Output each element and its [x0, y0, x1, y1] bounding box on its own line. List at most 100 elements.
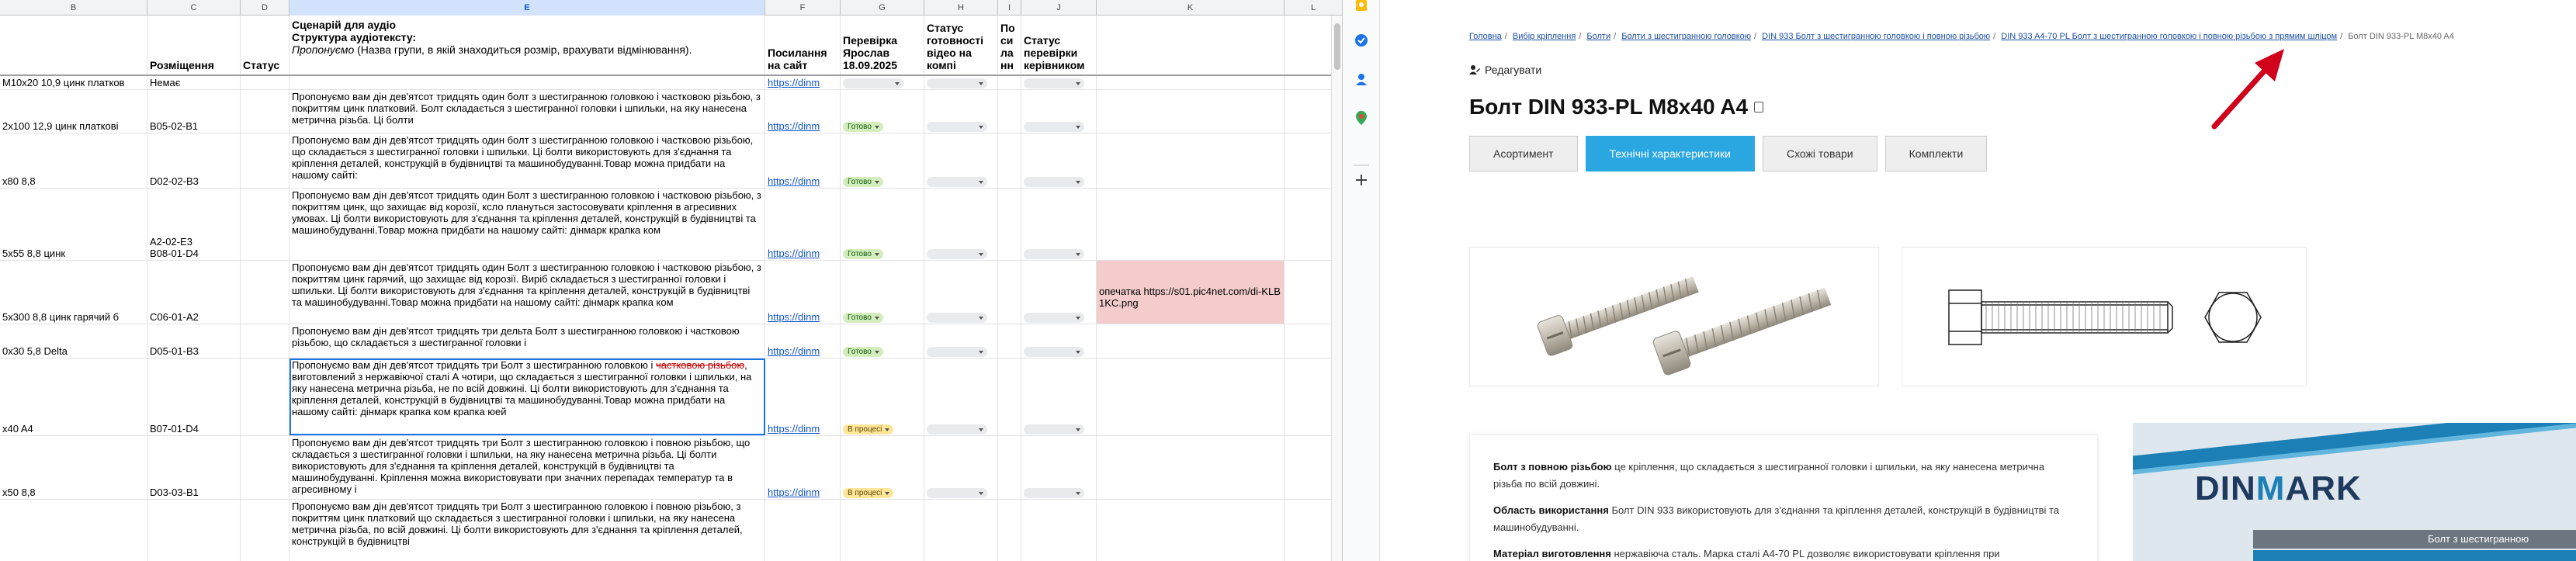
manager-check-dropdown[interactable] [1024, 78, 1084, 88]
site-link[interactable]: https://dinm [768, 175, 820, 187]
cell-manager-check[interactable] [1021, 324, 1097, 358]
cell-check[interactable]: В процесі [841, 358, 924, 435]
cell-notes[interactable] [1097, 324, 1285, 358]
cell-video-status[interactable] [924, 90, 998, 133]
cell-name[interactable] [0, 500, 147, 561]
column-header-c[interactable]: C [147, 0, 241, 16]
video-status-dropdown[interactable] [927, 177, 987, 187]
header-cell-i[interactable]: По си ла нн [998, 16, 1021, 74]
cell-notes[interactable] [1097, 76, 1285, 89]
check-dropdown[interactable]: Готово [843, 177, 883, 187]
cell-notes[interactable]: опечатка https://s01.pic4net.com/di-KLB … [1097, 261, 1285, 324]
cell-check[interactable] [841, 500, 924, 561]
cell-script[interactable]: Пропонуємо вам дін дев'ятсот тридцять тр… [289, 436, 765, 499]
cell-i[interactable] [998, 133, 1021, 188]
cell-name[interactable]: 0x30 5,8 Delta [0, 324, 147, 358]
site-link[interactable]: https://dinm [768, 311, 820, 323]
cell-manager-check[interactable] [1021, 436, 1097, 499]
manager-check-dropdown[interactable] [1024, 347, 1084, 357]
maps-icon[interactable] [1354, 110, 1369, 126]
cell-notes[interactable] [1097, 500, 1285, 561]
header-cell-b[interactable] [0, 16, 147, 74]
cell-check[interactable]: Готово [841, 90, 924, 133]
cell-location[interactable]: D05-01-B3 [147, 324, 241, 358]
cell-check[interactable]: Готово [841, 189, 924, 260]
breadcrumb-link[interactable]: Головна [1469, 32, 1502, 41]
contacts-icon[interactable] [1354, 71, 1369, 87]
cell-status[interactable] [241, 90, 289, 133]
cell-link[interactable]: https://dinm [765, 76, 841, 89]
manager-check-dropdown[interactable] [1024, 313, 1084, 323]
copy-icon[interactable] [1754, 102, 1764, 113]
cell-manager-check[interactable] [1021, 358, 1097, 435]
cell-name[interactable]: x80 8,8 [0, 133, 147, 188]
tab-similar[interactable]: Схожі товари [1762, 136, 1877, 171]
check-dropdown[interactable]: Готово [843, 249, 883, 259]
cell-script[interactable]: Пропонуємо вам дін дев'ятсот тридцять тр… [289, 324, 765, 358]
video-status-dropdown[interactable] [927, 424, 987, 435]
video-status-dropdown[interactable] [927, 78, 987, 88]
cell-notes[interactable] [1097, 133, 1285, 188]
header-cell-k[interactable] [1097, 16, 1285, 74]
site-link[interactable]: https://dinm [768, 423, 820, 435]
video-status-dropdown[interactable] [927, 313, 987, 323]
site-link[interactable]: https://dinm [768, 120, 820, 132]
check-dropdown[interactable]: Готово [843, 313, 883, 323]
check-dropdown[interactable]: В процесі [843, 424, 894, 435]
cell-check[interactable]: Готово [841, 261, 924, 324]
cell-name[interactable]: 5x300 8,8 цинк гарячий б [0, 261, 147, 324]
manager-check-dropdown[interactable] [1024, 488, 1084, 498]
cell-status[interactable] [241, 189, 289, 260]
cell-manager-check[interactable] [1021, 90, 1097, 133]
video-status-dropdown[interactable] [927, 249, 987, 259]
column-header-e[interactable]: E [289, 0, 765, 16]
cell-link[interactable] [765, 500, 841, 561]
cell-status[interactable] [241, 500, 289, 561]
cell-notes[interactable] [1097, 90, 1285, 133]
cell-video-status[interactable] [924, 189, 998, 260]
cell-video-status[interactable] [924, 436, 998, 499]
column-header-g[interactable]: G [841, 0, 924, 16]
video-status-dropdown[interactable] [927, 347, 987, 357]
manager-check-dropdown[interactable] [1024, 122, 1084, 132]
cell-i[interactable] [998, 324, 1021, 358]
cell-name[interactable]: x40 A4 [0, 358, 147, 435]
column-header-k[interactable]: K [1097, 0, 1285, 16]
cell-status[interactable] [241, 436, 289, 499]
site-link[interactable]: https://dinm [768, 487, 820, 498]
check-dropdown[interactable]: Готово [843, 347, 883, 357]
breadcrumb-link[interactable]: DIN 933 Болт з шестигранною головкою і п… [1762, 32, 1990, 41]
keep-icon[interactable] [1354, 0, 1369, 16]
cell-check[interactable]: Готово [841, 133, 924, 188]
cell-script[interactable]: Пропонуємо вам дін дев'ятсот тридцять од… [289, 261, 765, 324]
header-cell-d[interactable]: Статус [241, 16, 289, 74]
breadcrumb-link[interactable]: Болти [1586, 32, 1610, 41]
cell-check[interactable]: В процесі [841, 436, 924, 499]
cell-video-status[interactable] [924, 324, 998, 358]
cell-notes[interactable] [1097, 358, 1285, 435]
cell-i[interactable] [998, 189, 1021, 260]
header-cell-g[interactable]: Перевірка Ярослав 18.09.2025 [841, 16, 924, 74]
column-header-i[interactable]: I [998, 0, 1021, 16]
cell-link[interactable]: https://dinm [765, 261, 841, 324]
cell-video-status[interactable] [924, 500, 998, 561]
video-status-dropdown[interactable] [927, 488, 987, 498]
breadcrumb-link[interactable]: Болти з шестигранною головкою [1621, 32, 1751, 41]
column-header-f[interactable]: F [765, 0, 841, 16]
tab-specifications[interactable]: Технічні характеристики [1585, 136, 1755, 171]
cell-script[interactable] [289, 76, 765, 89]
cell-status[interactable] [241, 261, 289, 324]
video-status-dropdown[interactable] [927, 122, 987, 132]
manager-check-dropdown[interactable] [1024, 249, 1084, 259]
cell-i[interactable] [998, 90, 1021, 133]
cell-location[interactable] [147, 500, 241, 561]
cell-i[interactable] [998, 261, 1021, 324]
check-dropdown[interactable]: В процесі [843, 488, 894, 498]
cell-video-status[interactable] [924, 133, 998, 188]
column-header-d[interactable]: D [241, 0, 289, 16]
cell-manager-check[interactable] [1021, 133, 1097, 188]
cell-i[interactable] [998, 436, 1021, 499]
scrollbar-thumb[interactable] [1334, 23, 1340, 70]
cell-check[interactable]: Готово [841, 324, 924, 358]
cell-location[interactable]: D03-03-B1 [147, 436, 241, 499]
